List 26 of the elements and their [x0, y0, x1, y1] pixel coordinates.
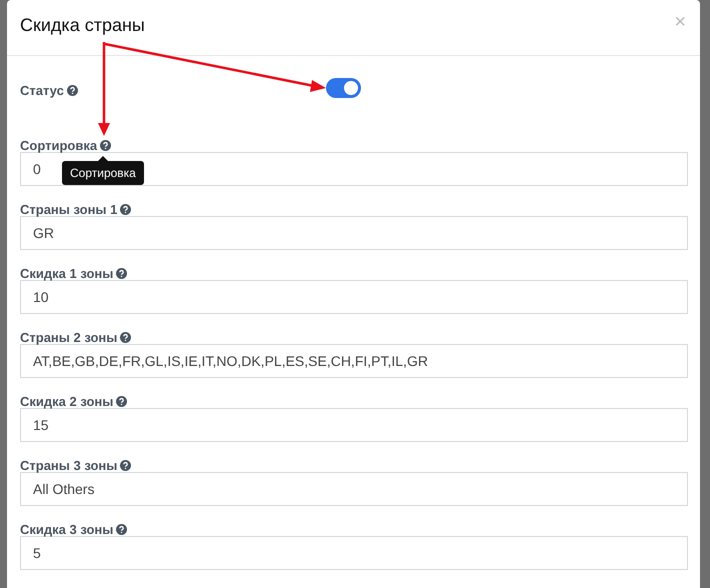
input-field[interactable]: 5	[20, 536, 688, 570]
input-field[interactable]: 15	[20, 408, 688, 442]
modal-title: Скидка страны	[20, 15, 145, 36]
tooltip-pointer	[98, 156, 108, 161]
input-field[interactable]: AT,BE,GB,DE,FR,GL,IS,IE,IT,NO,DK,PL,ES,SE,CH,FI,PT,IL,GR	[20, 344, 688, 378]
field-label: Скидка 2 зоны	[20, 394, 114, 408]
field-label: Скидка 3 зоны	[20, 522, 114, 536]
help-icon[interactable]	[116, 396, 128, 406]
toggle-switch[interactable]	[326, 78, 361, 98]
help-icon[interactable]	[120, 460, 132, 470]
tooltip: Сортировка	[62, 161, 144, 185]
help-icon[interactable]	[116, 524, 128, 534]
help-icon[interactable]	[120, 204, 132, 214]
field-label: Скидка 1 зоны	[20, 266, 114, 280]
input-field[interactable]: All Others	[20, 472, 688, 506]
field-label: Страны зоны 1	[20, 202, 118, 216]
help-icon[interactable]	[116, 268, 128, 278]
help-icon[interactable]	[100, 140, 112, 150]
status-label: Статус	[20, 82, 64, 98]
field-label: Страны 2 зоны	[20, 330, 118, 344]
field-label: Сортировка	[20, 138, 98, 152]
input-field[interactable]: GR	[20, 216, 688, 250]
help-icon[interactable]	[66, 84, 78, 96]
field-label: Страны 3 зоны	[20, 458, 118, 472]
help-icon[interactable]	[120, 332, 132, 342]
input-field[interactable]: 10	[20, 280, 688, 314]
